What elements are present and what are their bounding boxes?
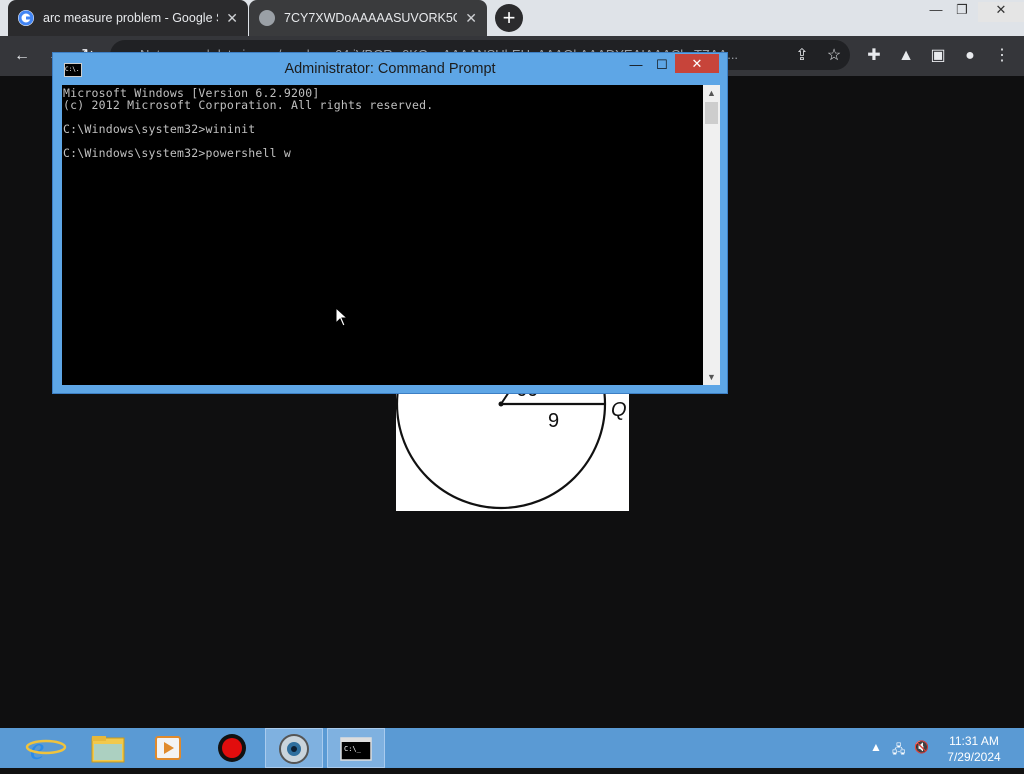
- console-output: Microsoft Windows [Version 6.2.9200] (c)…: [63, 86, 434, 160]
- radius-label: 9: [548, 410, 559, 432]
- new-tab-button[interactable]: +: [495, 4, 523, 32]
- scroll-up-icon[interactable]: ▲: [703, 85, 720, 101]
- browser-restore-button[interactable]: ❐: [944, 2, 980, 22]
- scroll-down-icon[interactable]: ▼: [703, 369, 720, 385]
- show-hidden-icons-icon[interactable]: ▲: [870, 740, 882, 754]
- command-prompt-window[interactable]: C:\. Administrator: Command Prompt — ☐ ✕…: [52, 52, 728, 394]
- clock-time: 11:31 AM: [949, 734, 999, 748]
- point-q-label: Q: [611, 399, 627, 421]
- profile-icon[interactable]: ●: [958, 44, 982, 68]
- tab-image[interactable]: 7CY7XWDoAAAAASUVORK5CYII ✕: [249, 0, 487, 36]
- bookmark-star-icon[interactable]: ☆: [822, 44, 846, 68]
- share-icon[interactable]: ⇪: [790, 44, 814, 68]
- internet-explorer-icon[interactable]: e: [18, 728, 74, 768]
- taskbar: e C:\_ ▲ 🖧 🔇 11:31 AM 7/29/2024: [0, 728, 1024, 768]
- google-icon: [18, 10, 34, 26]
- recorder-icon[interactable]: [204, 728, 260, 768]
- clock[interactable]: 11:31 AM 7/29/2024: [935, 733, 1013, 765]
- globe-icon: [259, 10, 275, 26]
- tab-arc-measure[interactable]: arc measure problem - Google S ✕: [8, 0, 248, 36]
- media-player-icon[interactable]: [140, 728, 196, 768]
- svg-text:e: e: [30, 730, 44, 766]
- cmd-minimize-button[interactable]: —: [625, 55, 647, 75]
- file-explorer-icon[interactable]: [80, 728, 136, 768]
- browser-close-button[interactable]: ✕: [978, 2, 1024, 22]
- network-icon[interactable]: 🖧: [892, 740, 905, 761]
- back-icon[interactable]: ←: [10, 44, 34, 68]
- tab-title: arc measure problem - Google S: [43, 11, 219, 25]
- mouse-cursor-icon: [335, 307, 349, 327]
- command-prompt-icon[interactable]: C:\_: [327, 728, 385, 768]
- svg-text:C:\_: C:\_: [344, 745, 362, 753]
- cmd-close-button[interactable]: ✕: [675, 54, 719, 73]
- tab-close-button[interactable]: ✕: [465, 10, 477, 27]
- browser-icon[interactable]: [265, 728, 323, 768]
- console-area[interactable]: Microsoft Windows [Version 6.2.9200] (c)…: [62, 85, 703, 385]
- browser-tab-strip: arc measure problem - Google S ✕ 7CY7XWD…: [0, 0, 1024, 36]
- scroll-thumb[interactable]: [705, 102, 718, 124]
- circle-diagram: 60 9 Q: [396, 384, 627, 510]
- side-panel-icon[interactable]: ▣: [926, 44, 950, 68]
- extensions-icon[interactable]: ✚: [862, 44, 886, 68]
- labs-icon[interactable]: ▲: [894, 44, 918, 68]
- tab-title: 7CY7XWDoAAAAASUVORK5CYII: [284, 11, 457, 25]
- volume-muted-icon[interactable]: 🔇: [914, 740, 929, 754]
- vertical-scrollbar[interactable]: ▲ ▼: [703, 85, 720, 385]
- cmd-maximize-button[interactable]: ☐: [651, 55, 673, 75]
- tab-close-button[interactable]: ✕: [226, 10, 238, 27]
- clock-date: 7/29/2024: [947, 750, 1001, 764]
- menu-icon[interactable]: ⋮: [990, 44, 1014, 68]
- circle-figure: 60 9 Q: [396, 384, 629, 511]
